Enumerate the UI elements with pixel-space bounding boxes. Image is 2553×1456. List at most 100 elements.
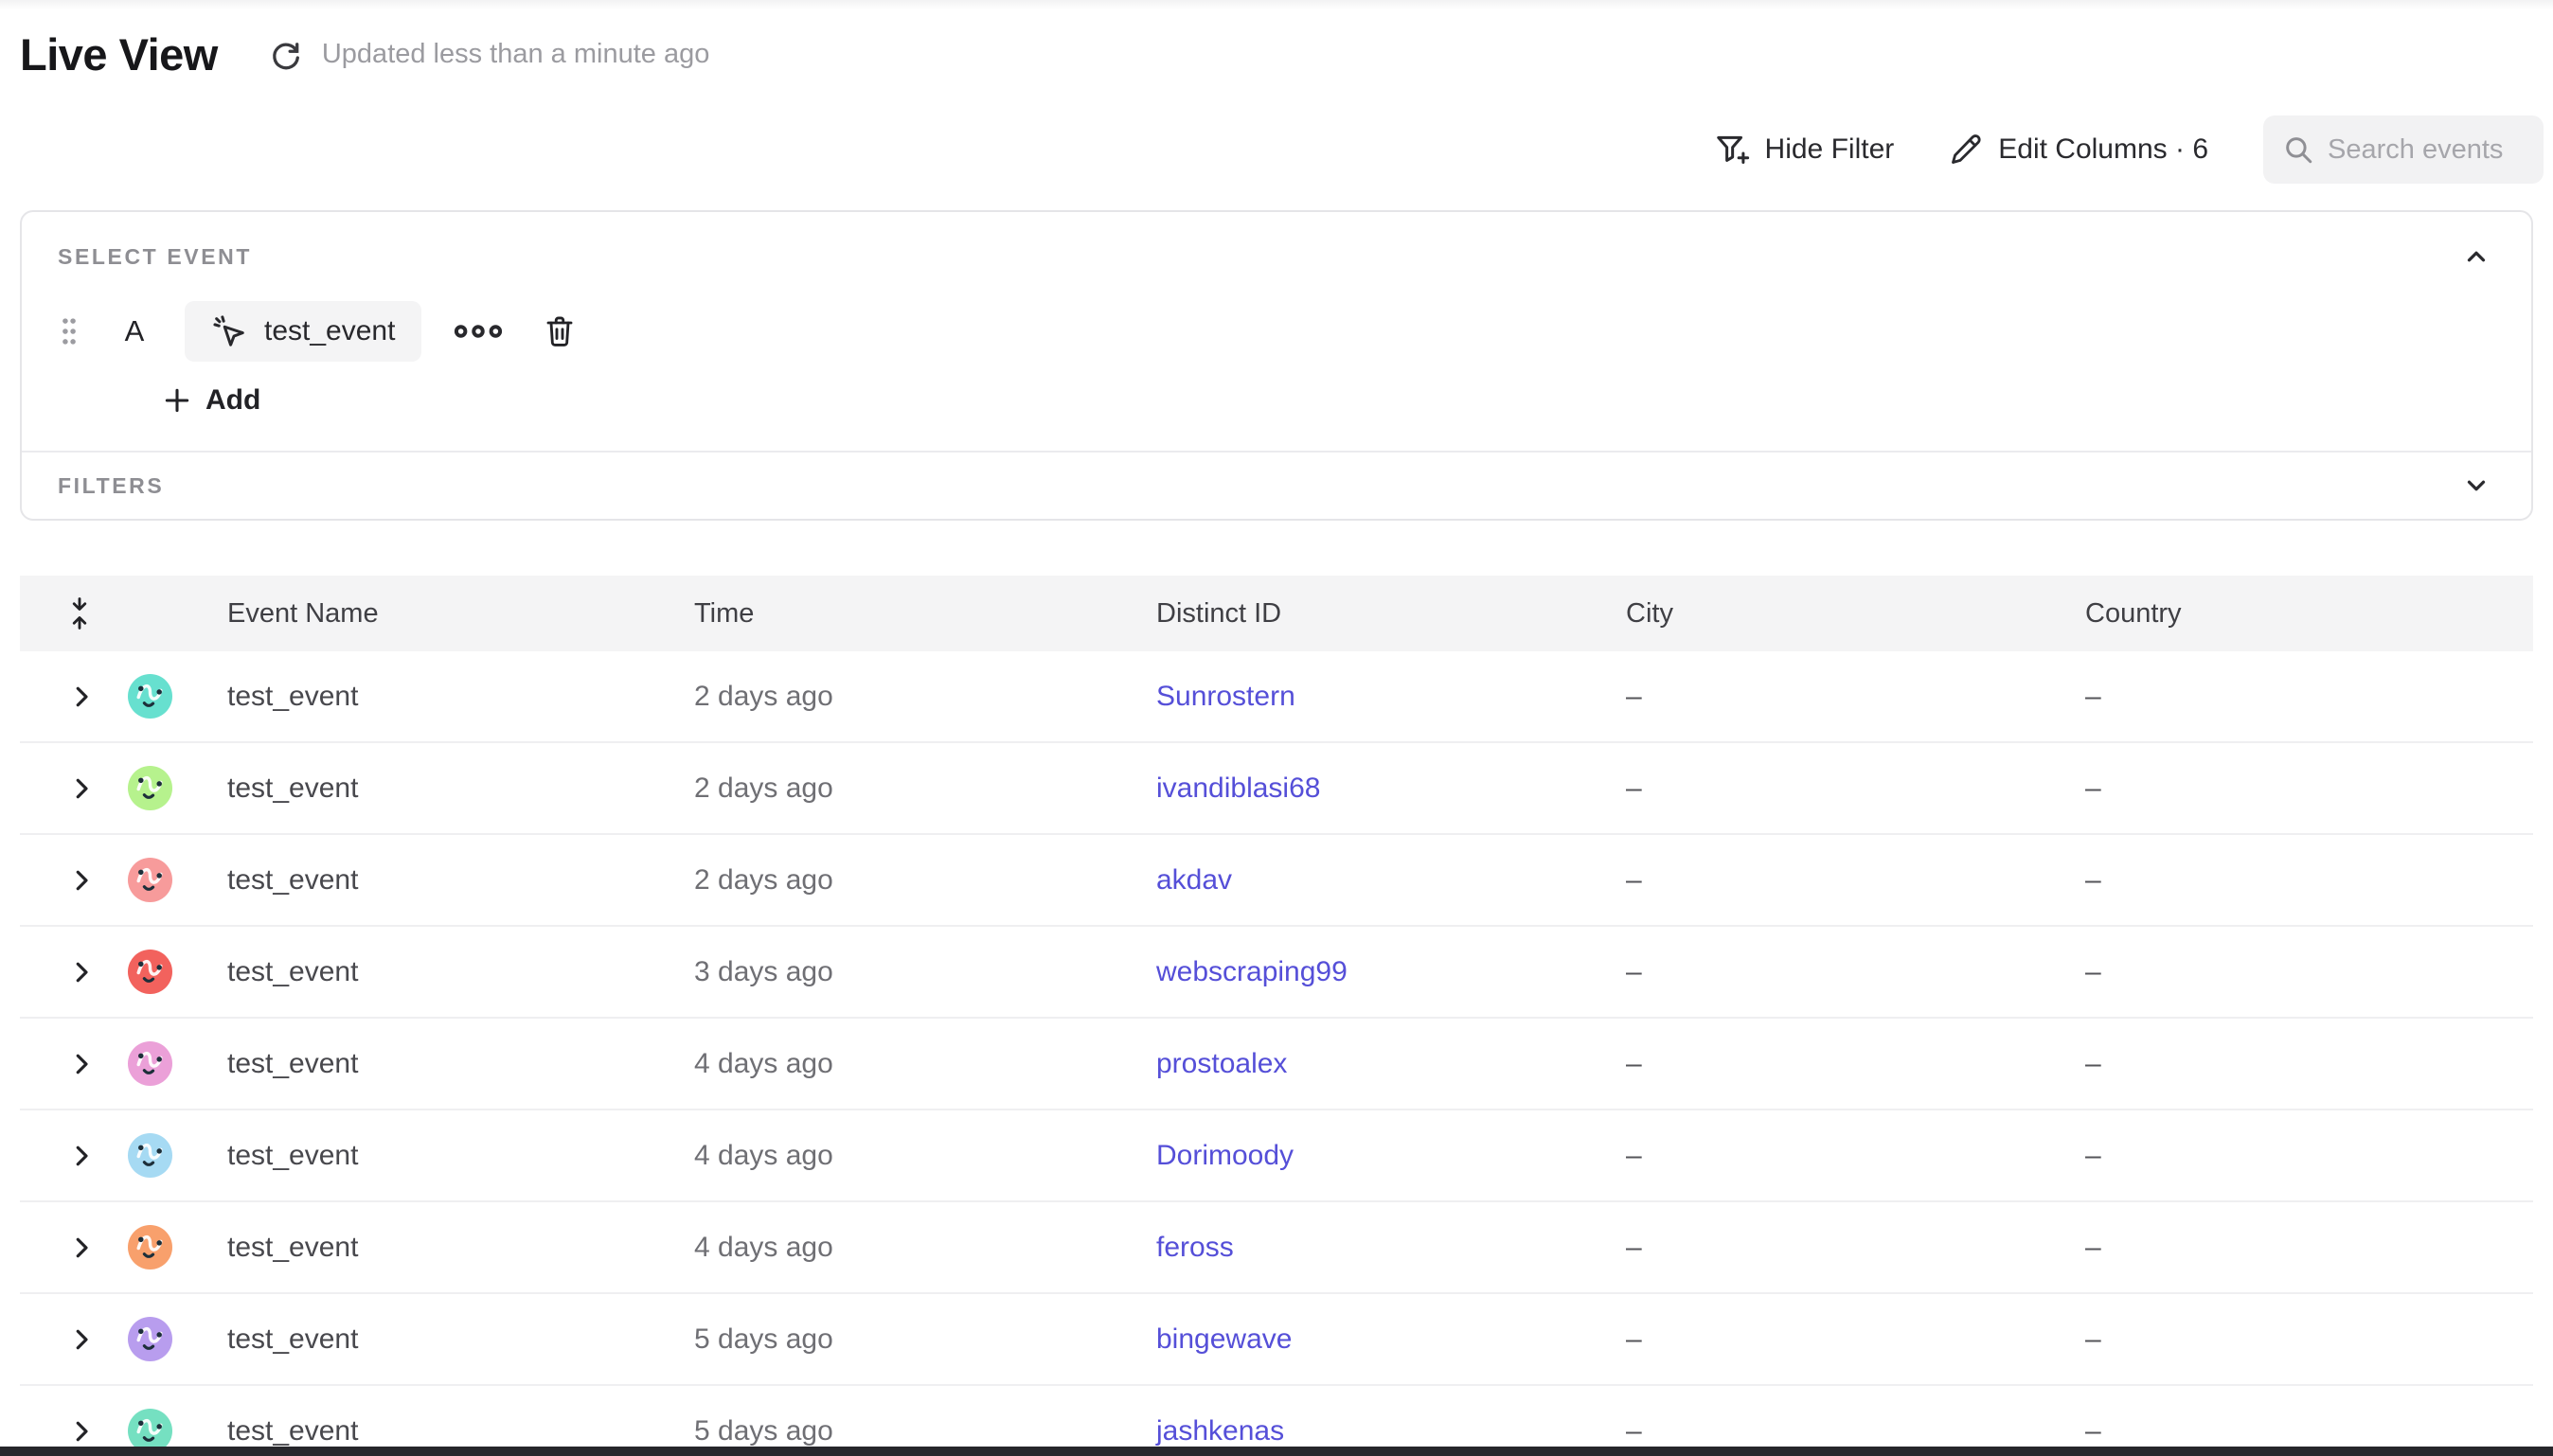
table-header-row: Event Name Time Distinct ID City Country <box>20 576 2533 651</box>
plus-icon <box>162 385 192 416</box>
country-cell: – <box>2085 772 2533 805</box>
table-row[interactable]: test_event 4 days ago Dorimoody – – <box>20 1110 2533 1202</box>
column-header-country[interactable]: Country <box>2085 598 2533 630</box>
event-name-cell: test_event <box>227 1323 694 1356</box>
delete-event-button[interactable] <box>543 313 577 349</box>
distinct-id-link[interactable]: feross <box>1156 1232 1234 1263</box>
events-table: Event Name Time Distinct ID City Country <box>20 576 2533 1456</box>
table-row[interactable]: test_event 4 days ago feross – – <box>20 1202 2533 1294</box>
distinct-id-link[interactable]: webscraping99 <box>1156 956 1348 987</box>
refresh-button[interactable] <box>267 36 305 74</box>
cursor-click-icon <box>211 313 247 349</box>
distinct-id-link[interactable]: Sunrostern <box>1156 681 1295 712</box>
chevron-right-icon <box>67 683 96 711</box>
distinct-id-link[interactable]: ivandiblasi68 <box>1156 772 1320 804</box>
page-title: Live View <box>20 28 218 80</box>
expand-row-button[interactable] <box>20 866 128 895</box>
filter-plus-icon <box>1714 132 1750 168</box>
chevron-right-icon <box>67 1142 96 1170</box>
expand-row-button[interactable] <box>20 1142 128 1170</box>
country-cell: – <box>2085 1323 2533 1356</box>
table-row[interactable]: test_event 4 days ago prostoalex – – <box>20 1019 2533 1110</box>
time-cell: 2 days ago <box>694 864 1156 897</box>
select-event-section: SELECT EVENT A <box>22 212 2531 451</box>
city-cell: – <box>1626 1323 2085 1356</box>
column-header-time[interactable]: Time <box>694 598 1156 630</box>
event-name-cell: test_event <box>227 772 694 805</box>
distinct-id-link[interactable]: akdav <box>1156 864 1232 896</box>
hide-filter-label: Hide Filter <box>1765 133 1895 166</box>
time-cell: 4 days ago <box>694 1232 1156 1264</box>
country-cell: – <box>2085 1415 2533 1447</box>
column-header-city[interactable]: City <box>1626 598 2085 630</box>
column-header-distinct-id[interactable]: Distinct ID <box>1156 598 1626 630</box>
collapse-vertical-icon <box>67 596 92 630</box>
avatar <box>128 950 172 994</box>
event-more-options-button[interactable] <box>454 322 503 341</box>
drag-handle[interactable] <box>58 316 80 346</box>
event-select-chip[interactable]: test_event <box>185 301 421 362</box>
filters-section[interactable]: FILTERS <box>22 453 2531 519</box>
expand-row-button[interactable] <box>20 774 128 803</box>
expand-row-button[interactable] <box>20 1234 128 1262</box>
edit-columns-button[interactable]: Edit Columns · 6 <box>1949 133 2208 167</box>
event-name-cell: test_event <box>227 864 694 897</box>
trash-icon <box>543 313 577 349</box>
chevron-right-icon <box>67 1050 96 1078</box>
updated-status: Updated less than a minute ago <box>322 39 710 70</box>
country-cell: – <box>2085 1232 2533 1264</box>
table-row[interactable]: test_event 5 days ago bingewave – – <box>20 1294 2533 1386</box>
search-icon <box>2282 133 2314 166</box>
add-event-button[interactable]: Add <box>162 384 285 417</box>
distinct-id-link[interactable]: bingewave <box>1156 1323 1292 1355</box>
time-cell: 3 days ago <box>694 956 1156 988</box>
city-cell: – <box>1626 1415 2085 1447</box>
expand-row-button[interactable] <box>20 683 128 711</box>
table-row[interactable]: test_event 2 days ago akdav – – <box>20 835 2533 927</box>
chevron-right-icon <box>67 1417 96 1446</box>
chevron-right-icon <box>67 1325 96 1354</box>
table-row[interactable]: test_event 2 days ago ivandiblasi68 – – <box>20 743 2533 835</box>
event-name-cell: test_event <box>227 956 694 988</box>
table-row[interactable]: test_event 2 days ago Sunrostern – – <box>20 651 2533 743</box>
event-row: A test_event <box>58 301 2495 362</box>
event-name-cell: test_event <box>227 681 694 713</box>
event-name-cell: test_event <box>227 1048 694 1080</box>
distinct-id-link[interactable]: jashkenas <box>1156 1415 1284 1447</box>
expand-filters-button[interactable] <box>2457 470 2495 502</box>
expand-row-button[interactable] <box>20 958 128 986</box>
search-box[interactable] <box>2263 115 2544 184</box>
event-name-cell: test_event <box>227 1232 694 1264</box>
city-cell: – <box>1626 1048 2085 1080</box>
city-cell: – <box>1626 1232 2085 1264</box>
chevron-up-icon <box>2462 242 2491 271</box>
event-name-cell: test_event <box>227 1415 694 1447</box>
expand-row-button[interactable] <box>20 1325 128 1354</box>
refresh-icon <box>269 38 303 72</box>
chevron-right-icon <box>67 866 96 895</box>
hide-filter-button[interactable]: Hide Filter <box>1714 132 1895 168</box>
column-header-event-name[interactable]: Event Name <box>227 598 694 630</box>
expand-row-button[interactable] <box>20 1417 128 1446</box>
city-cell: – <box>1626 956 2085 988</box>
distinct-id-link[interactable]: prostoalex <box>1156 1048 1287 1079</box>
collapse-all-button[interactable] <box>20 596 128 630</box>
table-row[interactable]: test_event 3 days ago webscraping99 – – <box>20 927 2533 1019</box>
country-cell: – <box>2085 864 2533 897</box>
city-cell: – <box>1626 681 2085 713</box>
table-row[interactable]: test_event 5 days ago jashkenas – – <box>20 1386 2533 1456</box>
country-cell: – <box>2085 956 2533 988</box>
country-cell: – <box>2085 1140 2533 1172</box>
add-event-label: Add <box>205 384 260 417</box>
distinct-id-link[interactable]: Dorimoody <box>1156 1140 1294 1171</box>
time-cell: 4 days ago <box>694 1140 1156 1172</box>
chevron-right-icon <box>67 1234 96 1262</box>
collapse-section-button[interactable] <box>2457 240 2495 273</box>
country-cell: – <box>2085 681 2533 713</box>
expand-row-button[interactable] <box>20 1050 128 1078</box>
search-input[interactable] <box>2328 134 2517 166</box>
time-cell: 2 days ago <box>694 681 1156 713</box>
event-row-letter: A <box>118 314 151 348</box>
toolbar: Hide Filter Edit Columns · 6 <box>1714 115 2544 184</box>
country-cell: – <box>2085 1048 2533 1080</box>
